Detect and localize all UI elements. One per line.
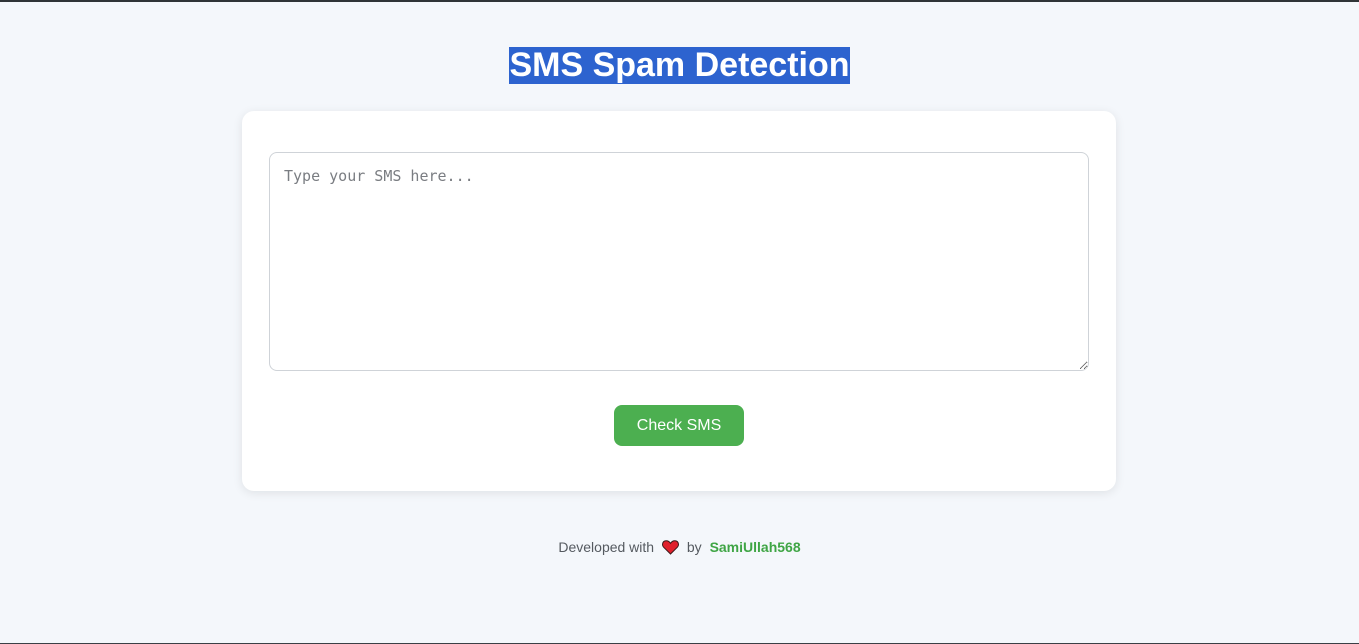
author-link[interactable]: SamiUllah568 (710, 539, 801, 555)
sms-input[interactable] (269, 152, 1089, 371)
heart-icon (662, 540, 679, 559)
footer-by-text: by (686, 539, 702, 555)
page-title-text: SMS Spam Detection (509, 46, 850, 84)
window-top-border (0, 0, 1359, 2)
footer: Developed with by SamiUllah568 (0, 538, 1359, 559)
page-title: SMS Spam Detection (0, 47, 1359, 84)
footer-prefix-text: Developed with (558, 539, 655, 555)
check-sms-button[interactable]: Check SMS (614, 405, 744, 446)
sms-form-card: Check SMS (242, 111, 1116, 491)
